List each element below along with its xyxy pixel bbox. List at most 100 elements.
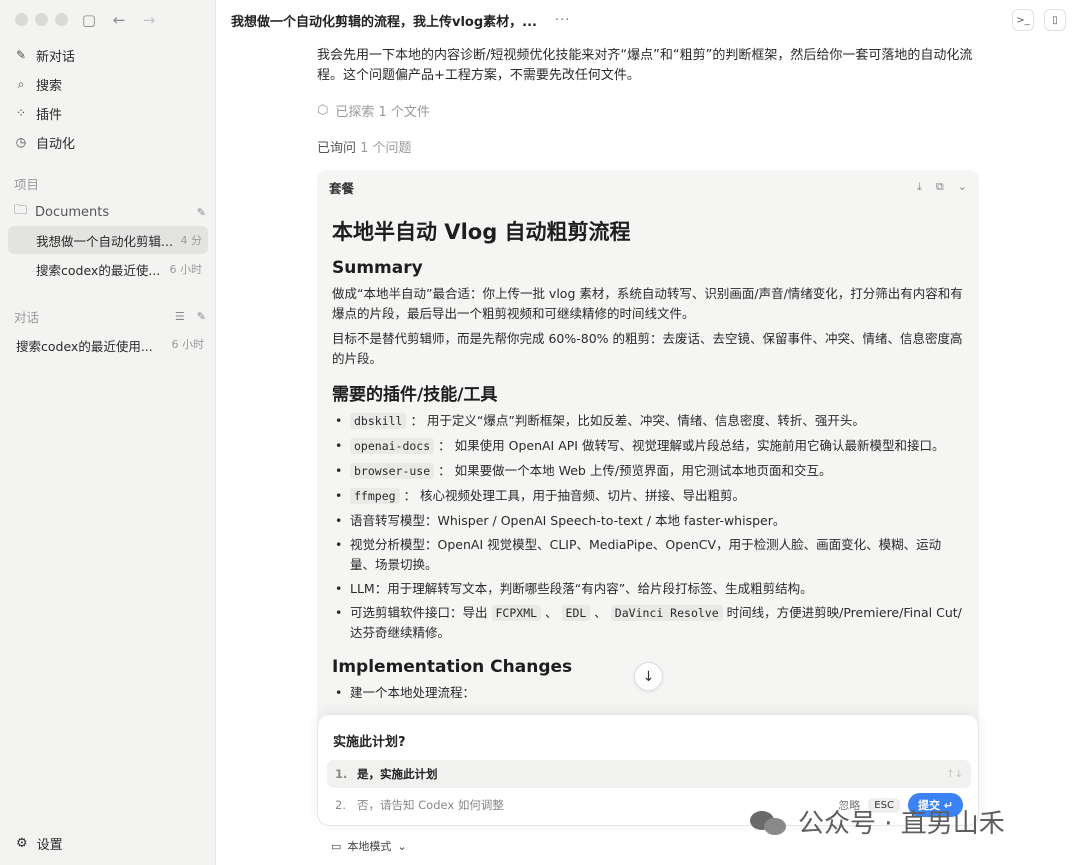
tool-item: 视觉分析模型：OpenAI 视觉模型、CLIP、MediaPipe、OpenCV… xyxy=(332,535,964,574)
toggle-sidebar-icon[interactable]: ▢ xyxy=(81,11,97,29)
sidebar: ▢ ← → ✎ 新对话 ⌕ 搜索 ⁘ 插件 ◷ 自动化 项目 🗀 Documen… xyxy=(0,0,216,865)
tool-item: openai-docs ： 如果使用 OpenAI API 做转写、视觉理解或片… xyxy=(332,436,964,457)
tool-text: LLM：用于理解转写文本，判断哪些段落“有内容”、给片段打标签、生成粗剪结构。 xyxy=(350,580,813,596)
projects-section-label: 项目 xyxy=(14,177,40,192)
option-label: 否，请告知 Codex 如何调整 xyxy=(357,798,504,812)
chat-item[interactable]: 搜索codex的最近使用... 6 小时 xyxy=(16,336,204,355)
export-code-edl: EDL xyxy=(561,604,591,621)
chat-time: 6 小时 xyxy=(171,338,205,351)
chats-section-header: 对话 ☰ ✎ xyxy=(14,307,206,326)
export-code-resolve: DaVinci Resolve xyxy=(610,604,723,621)
tool-code: openai-docs xyxy=(350,438,435,454)
cube-icon: ⬡ xyxy=(317,103,329,118)
mode-label: 本地模式 xyxy=(347,840,392,853)
export-sep: 、 xyxy=(545,604,558,620)
conversation-header: 我想做一个自动化剪辑的流程，我上传vlog素材，... ··· xyxy=(231,11,570,30)
tool-text: ： 核心视频处理工具，用于抽音频、切片、拼接、导出粗剪。 xyxy=(403,488,746,503)
terminal-icon[interactable]: >_ xyxy=(1012,9,1034,31)
nav-label: 插件 xyxy=(36,107,63,123)
summary-paragraph-1: 做成“本地半自动”最合适：你上传一批 vlog 素材，系统自动转写、识别画面/声… xyxy=(332,286,963,321)
clock-icon: ◷ xyxy=(15,135,27,149)
scroll-to-bottom-button[interactable]: ↓ xyxy=(634,662,663,691)
thread-time: 4 分 xyxy=(180,234,203,247)
tool-text: ： 如果要做一个本地 Web 上传/预览界面，用它测试本地页面和交互。 xyxy=(438,463,832,478)
settings-button[interactable]: ⚙ 设置 xyxy=(16,834,63,853)
tool-code: dbskill xyxy=(350,413,407,429)
more-options-button[interactable]: ··· xyxy=(555,13,570,28)
tools-heading: 需要的插件/技能/工具 xyxy=(332,385,498,405)
filter-icon[interactable]: ☰ xyxy=(175,310,185,323)
summary-paragraph-2: 目标不是替代剪辑师，而是先帮你完成 60%-80% 的粗剪：去废话、去空镜、保留… xyxy=(332,331,963,366)
minimize-window-icon[interactable] xyxy=(35,13,48,26)
nav-new-chat[interactable]: ✎ 新对话 xyxy=(14,44,75,66)
tool-text: ： 如果使用 OpenAI API 做转写、视觉理解或片段总结，实施前用它确认最… xyxy=(438,438,945,453)
thread-title: 搜索codex的最近使... xyxy=(36,262,161,278)
nav-automation[interactable]: ◷ 自动化 xyxy=(14,131,75,153)
watermark: 公众号 · 直男山禾 xyxy=(750,803,1005,840)
plan-card-header: 套餐 ⤓ ⧉ ⌄ xyxy=(317,170,979,204)
forward-arrow-icon[interactable]: → xyxy=(141,11,157,29)
nav-search[interactable]: ⌕ 搜索 xyxy=(14,73,62,95)
laptop-icon: ▭ xyxy=(331,839,342,853)
option-label: 是，实施此计划 xyxy=(357,767,438,781)
asked-count: 1 个问题 xyxy=(360,141,412,156)
tool-item-export: 可选剪辑软件接口：导出 FCPXML 、 EDL 、 DaVinci Resol… xyxy=(332,603,964,643)
prompt-question: 实施此计划? xyxy=(333,735,406,750)
wechat-logo-icon xyxy=(750,807,790,837)
arrow-down-icon: ↓ xyxy=(642,668,655,685)
tool-code: browser-use xyxy=(350,463,435,479)
thread-item-active[interactable]: 我想做一个自动化剪辑... 4 分 xyxy=(8,226,208,254)
main-panel: 我想做一个自动化剪辑的流程，我上传vlog素材，... ··· >_ ▯ 我会先… xyxy=(217,0,1080,865)
export-code-fcpxml: FCPXML xyxy=(491,604,542,621)
copy-icon[interactable]: ⧉ xyxy=(936,180,944,194)
nav-plugins[interactable]: ⁘ 插件 xyxy=(14,102,62,124)
tools-list: dbskill ： 用于定义“爆点”判断框架，比如反差、冲突、情绪、信息密度、转… xyxy=(332,411,964,643)
option-implement[interactable]: 1. 是，实施此计划 ↑↓ xyxy=(327,760,971,788)
search-icon: ⌕ xyxy=(17,76,25,91)
back-arrow-icon[interactable]: ← xyxy=(111,11,127,29)
chat-title: 搜索codex的最近使用... xyxy=(16,339,153,354)
zoom-window-icon[interactable] xyxy=(55,13,68,26)
panel-toggle-icon[interactable]: ▯ xyxy=(1044,9,1066,31)
new-thread-icon[interactable]: ✎ xyxy=(197,206,206,219)
plan-card: 套餐 ⤓ ⧉ ⌄ 本地半自动 Vlog 自动粗剪流程 Summary 做成“本地… xyxy=(317,170,979,740)
tool-code: ffmpeg xyxy=(350,488,400,504)
tool-item: browser-use ： 如果要做一个本地 Web 上传/预览界面，用它测试本… xyxy=(332,461,964,482)
thread-item[interactable]: 搜索codex的最近使... 6 小时 xyxy=(8,255,208,283)
folder-documents[interactable]: 🗀 Documents ✎ xyxy=(14,201,206,223)
tool-item: dbskill ： 用于定义“爆点”判断框架，比如反差、冲突、情绪、信息密度、转… xyxy=(332,411,964,432)
summary-heading: Summary xyxy=(332,258,423,278)
folder-label: Documents xyxy=(35,204,110,220)
gear-icon: ⚙ xyxy=(16,836,28,851)
plan-card-label: 套餐 xyxy=(329,180,355,196)
edit-icon: ✎ xyxy=(15,48,27,62)
option-number: 2. xyxy=(335,798,346,812)
watermark-text: 公众号 · 直男山禾 xyxy=(798,809,1005,839)
local-mode-selector[interactable]: ▭ 本地模式 ⌄ xyxy=(331,838,407,854)
plugins-icon: ⁘ xyxy=(15,106,27,120)
plan-title: 本地半自动 Vlog 自动粗剪流程 xyxy=(332,220,631,244)
asked-questions-status[interactable]: 已询问 1 个问题 xyxy=(317,137,412,156)
tool-text: ： 用于定义“爆点”判断框架，比如反差、冲突、情绪、信息密度、转折、强开头。 xyxy=(410,413,865,428)
chats-section-label: 对话 xyxy=(14,310,40,325)
window-toolbar: >_ ▯ xyxy=(1012,9,1066,31)
chevron-down-icon: ⌄ xyxy=(397,839,407,853)
plan-content: 本地半自动 Vlog 自动粗剪流程 Summary 做成“本地半自动”最合适：你… xyxy=(317,204,979,702)
nav-label: 搜索 xyxy=(36,78,63,94)
new-chat-icon[interactable]: ✎ xyxy=(197,310,206,323)
folder-icon: 🗀 xyxy=(14,203,28,218)
nav-label: 新对话 xyxy=(36,49,76,65)
close-window-icon[interactable] xyxy=(15,13,28,26)
tool-text: 视觉分析模型：OpenAI 视觉模型、CLIP、MediaPipe、OpenCV… xyxy=(350,537,942,572)
explored-label: 已探索 1 个文件 xyxy=(335,105,430,120)
chevron-down-icon[interactable]: ⌄ xyxy=(958,180,967,194)
export-sep: 、 xyxy=(594,604,607,620)
window-controls[interactable] xyxy=(15,13,68,26)
updown-arrows-icon: ↑↓ xyxy=(946,768,963,780)
export-prefix: 可选剪辑软件接口：导出 xyxy=(350,604,488,620)
thread-title: 我想做一个自动化剪辑... xyxy=(36,233,173,249)
explored-files-status[interactable]: ⬡ 已探索 1 个文件 xyxy=(317,101,430,120)
conversation-title: 我想做一个自动化剪辑的流程，我上传vlog素材，... xyxy=(231,15,537,30)
download-icon[interactable]: ⤓ xyxy=(917,180,922,194)
tool-item: LLM：用于理解转写文本，判断哪些段落“有内容”、给片段打标签、生成粗剪结构。 xyxy=(332,579,964,599)
